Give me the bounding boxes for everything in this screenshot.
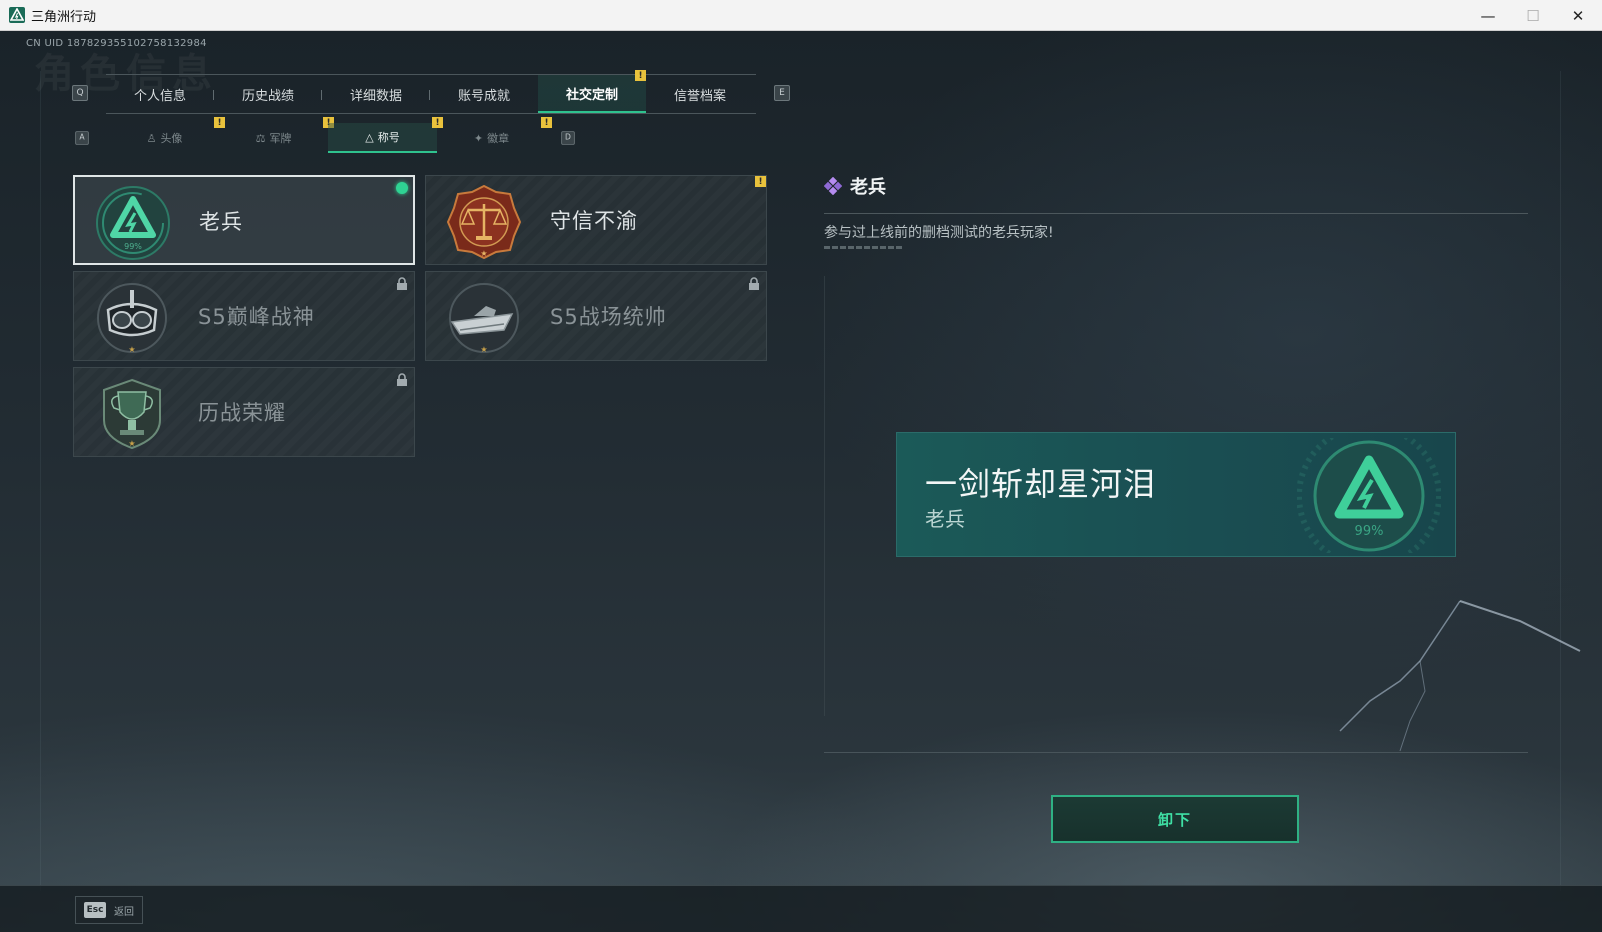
detail-description: 参与过上线前的删档测试的老兵玩家! [824,225,1054,241]
main-tab-bar: 个人信息 历史战绩 详细数据 账号成就 社交定制 ! 信誉档案 [106,70,756,114]
back-label: 返回 [114,906,134,918]
prev-tab-key[interactable]: Q [72,85,88,101]
equipped-indicator [396,182,408,194]
unequip-button[interactable]: 卸下 [1051,795,1299,843]
panel-frame-line [824,752,1528,753]
lock-icon [749,277,759,290]
esc-key-icon: Esc [84,902,106,918]
tab-label: 历史战绩 [241,88,294,104]
subtab-label: 军牌 [269,132,292,145]
svg-text:★: ★ [480,249,487,258]
speedboat-emblem-icon: ★ [449,283,519,354]
next-subtab-key[interactable]: D [561,131,575,145]
window-title: 三角洲行动 [31,9,97,25]
panel-frame-line [824,276,825,716]
notification-badge: ! [635,70,646,81]
detail-title: 老兵 [850,177,886,198]
scales-emblem-icon: ★ [446,184,522,260]
tab-label: 账号成就 [457,88,510,104]
title-card-battle-glory[interactable]: ★ 历战荣耀 [73,367,415,457]
dogtag-icon: ⚖ [255,131,266,145]
maximize-button[interactable]: ☐ [1510,0,1556,31]
veteran-emblem-icon: 99% [96,186,170,260]
tab-label: 详细数据 [349,88,402,104]
tab-social-customization[interactable]: 社交定制 ! [538,70,646,113]
tab-account-achievements[interactable]: 账号成就 [430,75,538,113]
game-screen: 角色信息 CN UID 187829355102758132984 Q 个人信息… [0,31,1602,932]
notification-badge: ! [755,176,766,187]
decor-line [40,71,41,891]
subtab-badge[interactable]: ✦ 徽章 ! [437,117,552,153]
svg-text:★: ★ [480,345,487,354]
title-detail-panel: 老兵 参与过上线前的删档测试的老兵玩家! [824,171,1528,249]
tab-label: 个人信息 [133,88,186,104]
title-name: S5战场统帅 [550,305,667,329]
description-underline [824,246,904,249]
player-uid: CN UID 187829355102758132984 [26,38,207,49]
trophy-emblem-icon: ★ [103,378,161,450]
preview-title: 老兵 [925,507,965,531]
tab-label: 信誉档案 [673,88,726,104]
veteran-emblem-icon: 99% [1297,438,1441,553]
lightning-decoration [1339,600,1581,752]
subtab-dogtag[interactable]: ⚖ 军牌 ! [219,117,334,153]
subtab-label: 徽章 [487,132,510,145]
diver-mask-emblem-icon: ★ [97,283,167,354]
svg-text:★: ★ [128,439,135,448]
tab-detailed-data[interactable]: 详细数据 [322,75,430,113]
title-card-keep-faith[interactable]: ★ 守信不渝 ! [425,175,767,265]
lock-icon [397,373,407,386]
bottom-bar: Esc 返回 [0,885,1602,932]
title-icon: △ [365,130,374,144]
preview-player-name: 一剑斩却星河泪 [925,465,1157,503]
next-tab-key[interactable]: E [774,85,790,101]
subtab-avatar[interactable]: ♙ 头像 ! [110,117,225,153]
title-name: 历战荣耀 [198,401,286,425]
sub-tab-bar: ♙ 头像 ! ⚖ 军牌 ! △ 称号 ! ✦ 徽章 ! [110,117,552,153]
svg-text:99%: 99% [1355,524,1384,539]
notification-badge: ! [541,117,552,128]
subtab-title[interactable]: △ 称号 ! [328,117,443,153]
title-card-veteran[interactable]: 99% 老兵 [73,175,415,265]
subtab-label: 称号 [377,131,400,144]
lock-icon [397,277,407,290]
title-name: 老兵 [199,210,243,234]
tab-personal-info[interactable]: 个人信息 [106,75,214,113]
tab-history-record[interactable]: 历史战绩 [214,75,322,113]
minimize-button[interactable]: — [1465,0,1511,31]
tab-reputation-file[interactable]: 信誉档案 [646,75,754,113]
title-card-s5-peak-god[interactable]: ★ S5巅峰战神 [73,271,415,361]
decor-line [1560,71,1561,891]
window-titlebar: 三角洲行动 — ☐ ✕ [0,0,1602,31]
person-icon: ♙ [146,131,157,145]
diamond-icon [824,177,842,195]
title-name: 守信不渝 [550,209,638,233]
back-button[interactable]: Esc 返回 [75,896,143,924]
svg-text:★: ★ [128,345,135,354]
detail-divider [824,213,1528,214]
badge-icon: ✦ [473,131,484,145]
app-logo-icon [9,7,25,23]
title-name: S5巅峰战神 [198,305,315,329]
tab-label: 社交定制 [565,87,618,103]
close-button[interactable]: ✕ [1555,0,1601,31]
svg-text:99%: 99% [124,242,142,251]
title-preview-banner: 一剑斩却星河泪 老兵 99% [896,432,1456,557]
subtab-label: 头像 [160,132,183,145]
prev-subtab-key[interactable]: A [75,131,89,145]
title-card-s5-battlefield-commander[interactable]: ★ S5战场统帅 [425,271,767,361]
